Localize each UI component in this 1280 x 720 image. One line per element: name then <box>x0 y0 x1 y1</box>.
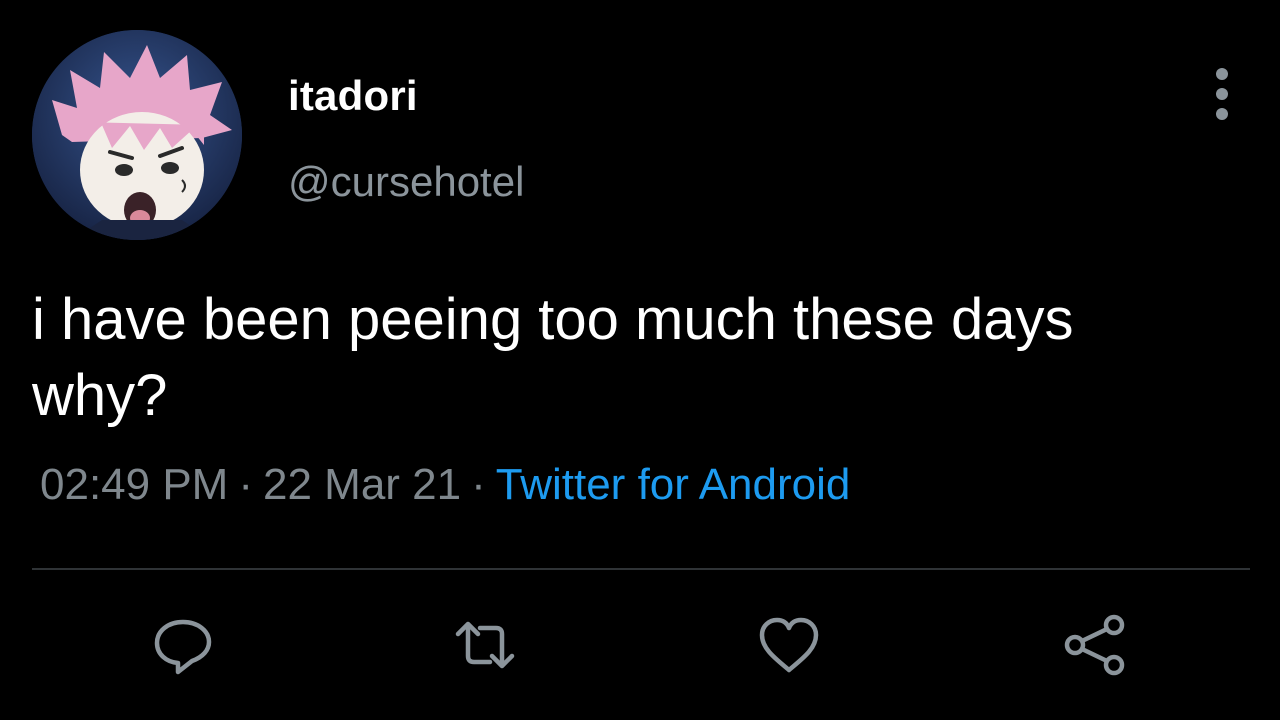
reply-button[interactable] <box>150 612 216 678</box>
tweet-metadata: 02:49 PM · 22 Mar 21 · Twitter for Android <box>40 460 850 510</box>
separator: · <box>238 460 253 509</box>
dot <box>1216 68 1228 80</box>
retweet-icon <box>455 621 515 669</box>
tweet-date: 22 Mar 21 <box>263 460 462 509</box>
avatar-image <box>32 30 242 240</box>
dot <box>1216 88 1228 100</box>
divider <box>32 568 1250 570</box>
tweet-text: i have been peeing too much these days w… <box>32 282 1252 434</box>
tweet-text-line-2: why? <box>32 363 168 428</box>
tweet-source-link[interactable]: Twitter for Android <box>496 460 851 509</box>
share-icon <box>1064 614 1125 676</box>
share-button[interactable] <box>1062 612 1128 678</box>
tweet-card: itadori @cursehotel i have been peeing t… <box>0 0 1280 720</box>
dot <box>1216 108 1228 120</box>
reply-icon <box>154 619 212 675</box>
retweet-button[interactable] <box>452 612 518 678</box>
tweet-time: 02:49 PM <box>40 460 229 509</box>
avatar[interactable] <box>32 30 242 240</box>
more-vertical-icon[interactable] <box>1206 66 1238 122</box>
like-button[interactable] <box>756 612 822 678</box>
user-handle[interactable]: @cursehotel <box>288 158 524 206</box>
separator: · <box>471 460 486 509</box>
like-icon <box>759 617 819 673</box>
tweet-text-line-1: i have been peeing too much these days <box>32 287 1074 352</box>
display-name[interactable]: itadori <box>288 72 418 120</box>
